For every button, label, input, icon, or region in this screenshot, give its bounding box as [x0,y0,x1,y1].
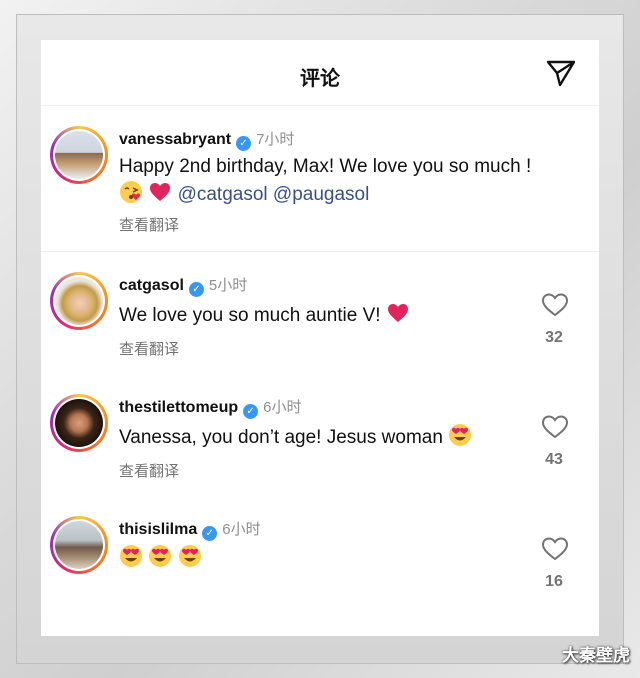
avatar[interactable] [50,394,108,452]
verified-badge-icon: ✓ [243,404,259,419]
like-count: 32 [545,329,563,346]
avatar-photo [55,277,103,325]
comment-meta: thisislilma ✓ 6小时 [119,518,261,541]
comment-time: 6小时 [222,521,261,538]
comment-meta: catgasol ✓ 5小时 [119,274,247,297]
send-icon[interactable] [545,58,577,88]
comments-screen: 评论 vanessabryant ✓ 7小时 Happy 2nd birthday,… [41,40,599,636]
see-translation-link[interactable]: 查看翻译 [119,460,179,481]
comment-body: Vanessa, you don’t age! Jesus woman [119,427,443,448]
comment-meta: thestilettomeup ✓ 6小时 [119,396,301,419]
verified-badge-icon: ✓ [188,282,204,297]
heart-eyes-emoji-icon [178,545,201,567]
avatar[interactable] [50,272,108,330]
comment-text: Happy 2nd birthday, Max! We love you so … [119,155,531,179]
like-count: 16 [545,573,563,590]
red-heart-emoji-icon [150,183,171,201]
avatar-photo [55,131,103,179]
kissing-heart-emoji-icon [120,181,142,203]
mention-link[interactable]: @paugasol [273,184,369,205]
comment-item: catgasol ✓ 5小时 We love you so much auntie … [41,252,599,374]
comment-body: Happy 2nd birthday, Max! We love you so … [119,156,532,177]
heart-like-icon[interactable] [541,292,569,318]
comments-header: 评论 [41,40,599,106]
see-translation-link[interactable]: 查看翻译 [119,338,179,359]
avatar[interactable] [50,516,108,574]
page-title: 评论 [300,68,340,90]
verified-badge-icon: ✓ [202,526,218,541]
mention-link[interactable]: @catgasol [178,184,268,205]
like-count: 43 [545,451,563,468]
comment-body: We love you so much auntie V! [119,305,381,326]
avatar-photo [55,399,103,447]
comment-text: We love you so much auntie V! [119,301,410,328]
comment-text-line2: @catgasol @paugasol [119,180,369,207]
comment-item: thestilettomeup ✓ 6小时 Vanessa, you don’t a… [41,374,599,496]
heart-eyes-emoji-icon [120,545,142,567]
red-heart-emoji-icon [387,304,408,322]
comment-meta: vanessabryant ✓ 7小时 [119,128,294,151]
heart-like-icon[interactable] [541,414,569,440]
verified-badge-icon: ✓ [236,136,252,151]
comment-time: 5小时 [208,277,248,294]
comment-time: 6小时 [263,399,302,416]
username[interactable]: thestilettomeup [119,399,238,416]
heart-eyes-emoji-icon [449,424,472,446]
watermark-text: 大秦壁虎 [562,646,630,665]
avatar-photo [55,521,103,569]
heart-like-icon[interactable] [541,536,569,562]
avatar[interactable] [50,126,108,184]
comment-item: vanessabryant ✓ 7小时 Happy 2nd birthday, Ma… [41,106,599,252]
comment-text: Vanessa, you don’t age! Jesus woman [119,423,472,450]
comment-item: thisislilma ✓ 6小时 16 [41,496,599,618]
comment-time: 7小时 [256,131,295,148]
username[interactable]: vanessabryant [119,131,231,148]
username[interactable]: thisislilma [119,521,197,538]
comment-text [119,544,202,571]
heart-eyes-emoji-icon [149,545,172,567]
see-translation-link[interactable]: 查看翻译 [119,214,179,235]
username[interactable]: catgasol [119,277,184,294]
